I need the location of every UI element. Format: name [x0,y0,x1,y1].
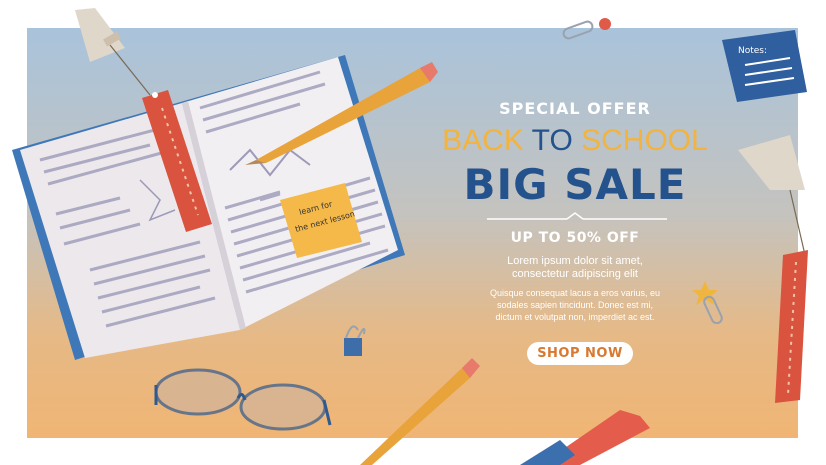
notes-card: Notes: [722,30,807,102]
big-sale-headline: BIG SALE [463,160,687,209]
illustration-layer: learn for the next lesson Notes: [12,8,808,465]
shop-now-button[interactable]: SHOP NOW [527,342,633,365]
back-to-school-headline: BACK TO SCHOOL [440,124,710,158]
svg-text:Notes:: Notes: [738,46,767,56]
headline-word-school: SCHOOL [581,124,708,157]
pencil-icon [360,358,480,465]
binder-clip-icon [344,325,366,356]
tassel-icon [75,8,151,96]
body-text: Quisque consequat lacus a eros varius, e… [489,288,661,322]
tassel-icon [738,135,806,256]
special-offer-label: SPECIAL OFFER [499,99,651,118]
glasses-icon [154,368,332,431]
headline-word-back: BACK [442,124,524,157]
bookmark-icon [775,250,808,403]
star-clip-icon [692,281,723,325]
paperclip-icon [562,18,611,40]
title-divider [487,212,667,220]
headline-word-to: TO [531,124,573,157]
marker-icon [520,410,650,465]
lead-text: Lorem ipsum dolor sit amet, consectetur … [507,255,643,280]
discount-label: UP TO 50% OFF [510,230,640,246]
